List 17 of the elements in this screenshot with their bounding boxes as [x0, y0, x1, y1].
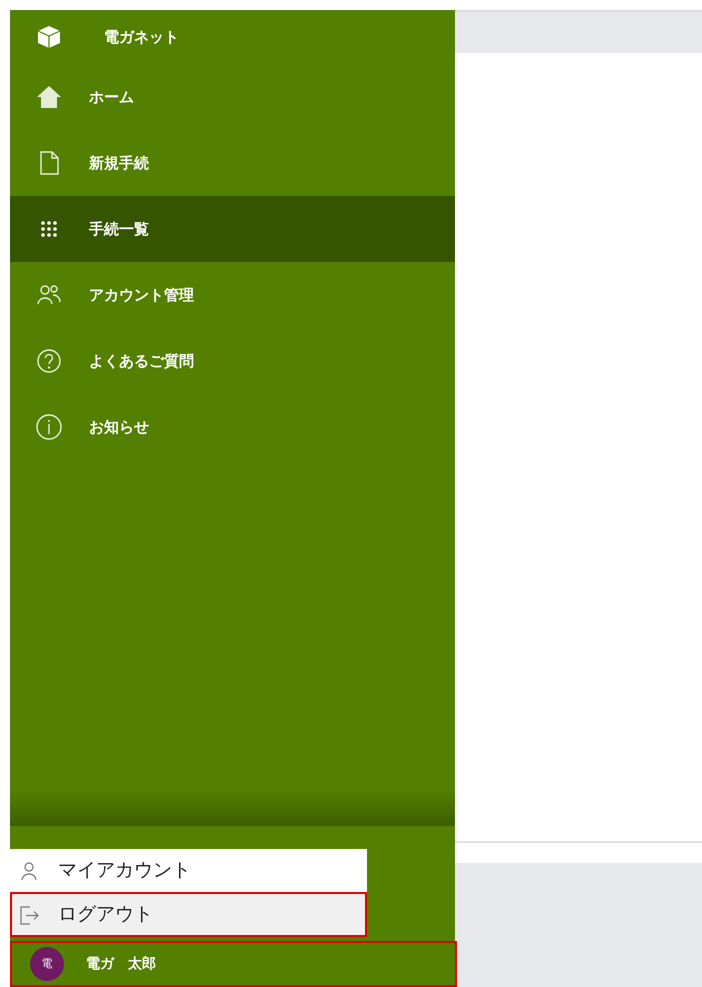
- app-title: 電ガネット: [104, 26, 179, 48]
- nav-item[interactable]: アカウント管理: [10, 262, 455, 328]
- nav-item[interactable]: ホーム: [10, 64, 455, 130]
- nav-item[interactable]: 新規手続: [10, 130, 455, 196]
- info-icon: [35, 413, 63, 441]
- nav-item[interactable]: お知らせ: [10, 394, 455, 460]
- logout-icon: [18, 904, 40, 926]
- user-name: 電ガ 太郎: [86, 954, 156, 974]
- user-avatar: 電: [30, 947, 64, 981]
- menu-item[interactable]: ログアウト: [10, 892, 367, 937]
- home-icon: [35, 83, 63, 111]
- nav-item[interactable]: よくあるご質問: [10, 328, 455, 394]
- nav-item[interactable]: 手続一覧: [10, 196, 455, 262]
- cube-icon: [36, 24, 62, 50]
- user-profile-row[interactable]: 電 電ガ 太郎: [10, 941, 457, 987]
- menu-item[interactable]: マイアカウント: [10, 849, 367, 892]
- help-icon: [35, 347, 63, 375]
